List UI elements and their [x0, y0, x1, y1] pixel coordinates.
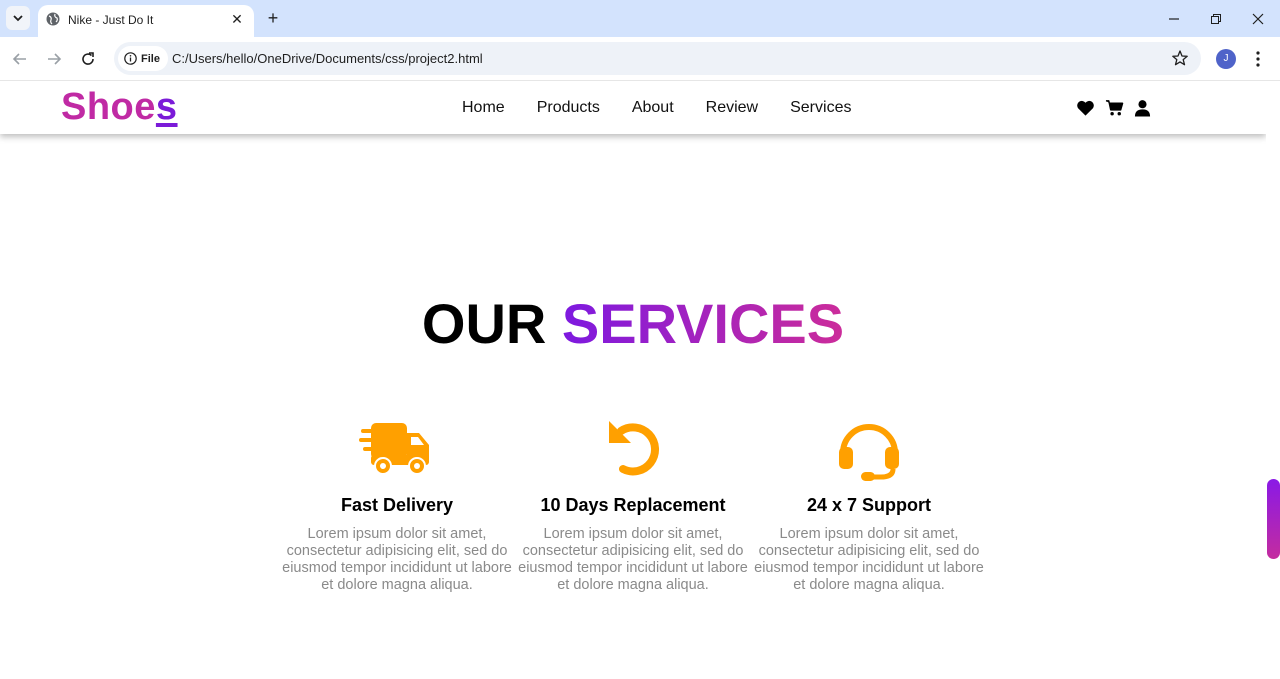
browser-toolbar: File C:/Users/hello/OneDrive/Documents/c… [0, 37, 1280, 81]
services-heading: OUR SERVICES [0, 291, 1266, 356]
bookmark-star-icon[interactable] [1171, 49, 1189, 67]
nav-about[interactable]: About [632, 99, 674, 117]
main-nav: Home Products About Review Services [462, 99, 851, 117]
new-tab-button[interactable]: + [263, 8, 283, 28]
close-window-button[interactable] [1244, 8, 1272, 30]
restore-button[interactable] [1202, 8, 1230, 30]
restore-icon [1211, 14, 1221, 24]
reload-button[interactable] [78, 49, 98, 69]
forward-button[interactable] [44, 49, 64, 69]
cart-icon[interactable] [1105, 99, 1124, 117]
close-tab-icon[interactable]: ✕ [228, 10, 246, 28]
site-info-chip[interactable]: File [118, 46, 168, 71]
file-scheme-label: File [141, 52, 160, 65]
heading-plain-text: OUR [421, 292, 547, 355]
reload-icon [82, 52, 94, 65]
logo-text: Shoe [61, 86, 156, 128]
tab-search-button[interactable] [6, 6, 30, 30]
chevron-down-icon [13, 15, 23, 22]
minimize-button[interactable] [1160, 8, 1188, 30]
profile-avatar[interactable]: J [1216, 49, 1236, 69]
site-logo[interactable]: Shoes [61, 86, 178, 129]
service-title: 24 x 7 Support [806, 495, 932, 515]
tab-title: Nike - Just Do It [68, 13, 154, 27]
service-card-fast-delivery: Fast Delivery Lorem ipsum dolor sit amet… [279, 419, 515, 594]
browser-menu-button[interactable] [1250, 49, 1266, 69]
header-icons [1076, 99, 1153, 117]
minimize-icon [1169, 18, 1179, 20]
service-card-replacement: 10 Days Replacement Lorem ipsum dolor si… [515, 419, 751, 594]
globe-icon [46, 12, 60, 26]
nav-services[interactable]: Services [790, 99, 851, 117]
service-title: 10 Days Replacement [540, 495, 726, 515]
headset-icon [839, 424, 899, 481]
service-title: Fast Delivery [340, 495, 454, 515]
arrow-right-icon [48, 53, 62, 65]
page-viewport: Shoes Home Products About Review Service… [0, 81, 1266, 679]
rotate-left-icon [609, 421, 659, 476]
info-icon [124, 52, 137, 65]
truck-fast-icon [359, 423, 429, 475]
site-header: Shoes Home Products About Review Service… [0, 81, 1266, 134]
browser-tab[interactable]: Nike - Just Do It ✕ [38, 5, 254, 37]
nav-products[interactable]: Products [537, 99, 600, 117]
service-description: Lorem ipsum dolor sit amet, consectetur … [518, 526, 748, 593]
url-text[interactable]: C:/Users/hello/OneDrive/Documents/css/pr… [172, 51, 483, 66]
logo-last-letter: s [155, 86, 178, 128]
more-vertical-icon [1256, 51, 1260, 67]
heart-icon[interactable] [1076, 99, 1095, 117]
page-scrollbar-track[interactable] [1266, 81, 1280, 679]
arrow-left-icon [12, 53, 26, 65]
service-description: Lorem ipsum dolor sit amet, consectetur … [282, 526, 512, 593]
nav-home[interactable]: Home [462, 99, 505, 117]
nav-review[interactable]: Review [706, 99, 758, 117]
service-description: Lorem ipsum dolor sit amet, consectetur … [754, 526, 984, 593]
close-icon [1252, 13, 1264, 25]
browser-tab-bar: Nike - Just Do It ✕ + [0, 0, 1280, 37]
back-button[interactable] [10, 49, 30, 69]
page-scrollbar-thumb[interactable] [1267, 479, 1280, 559]
address-bar[interactable]: File C:/Users/hello/OneDrive/Documents/c… [114, 42, 1201, 75]
service-card-support: 24 x 7 Support Lorem ipsum dolor sit ame… [751, 419, 987, 594]
user-icon[interactable] [1134, 99, 1153, 117]
heading-accent-text: SERVICES [561, 292, 845, 355]
